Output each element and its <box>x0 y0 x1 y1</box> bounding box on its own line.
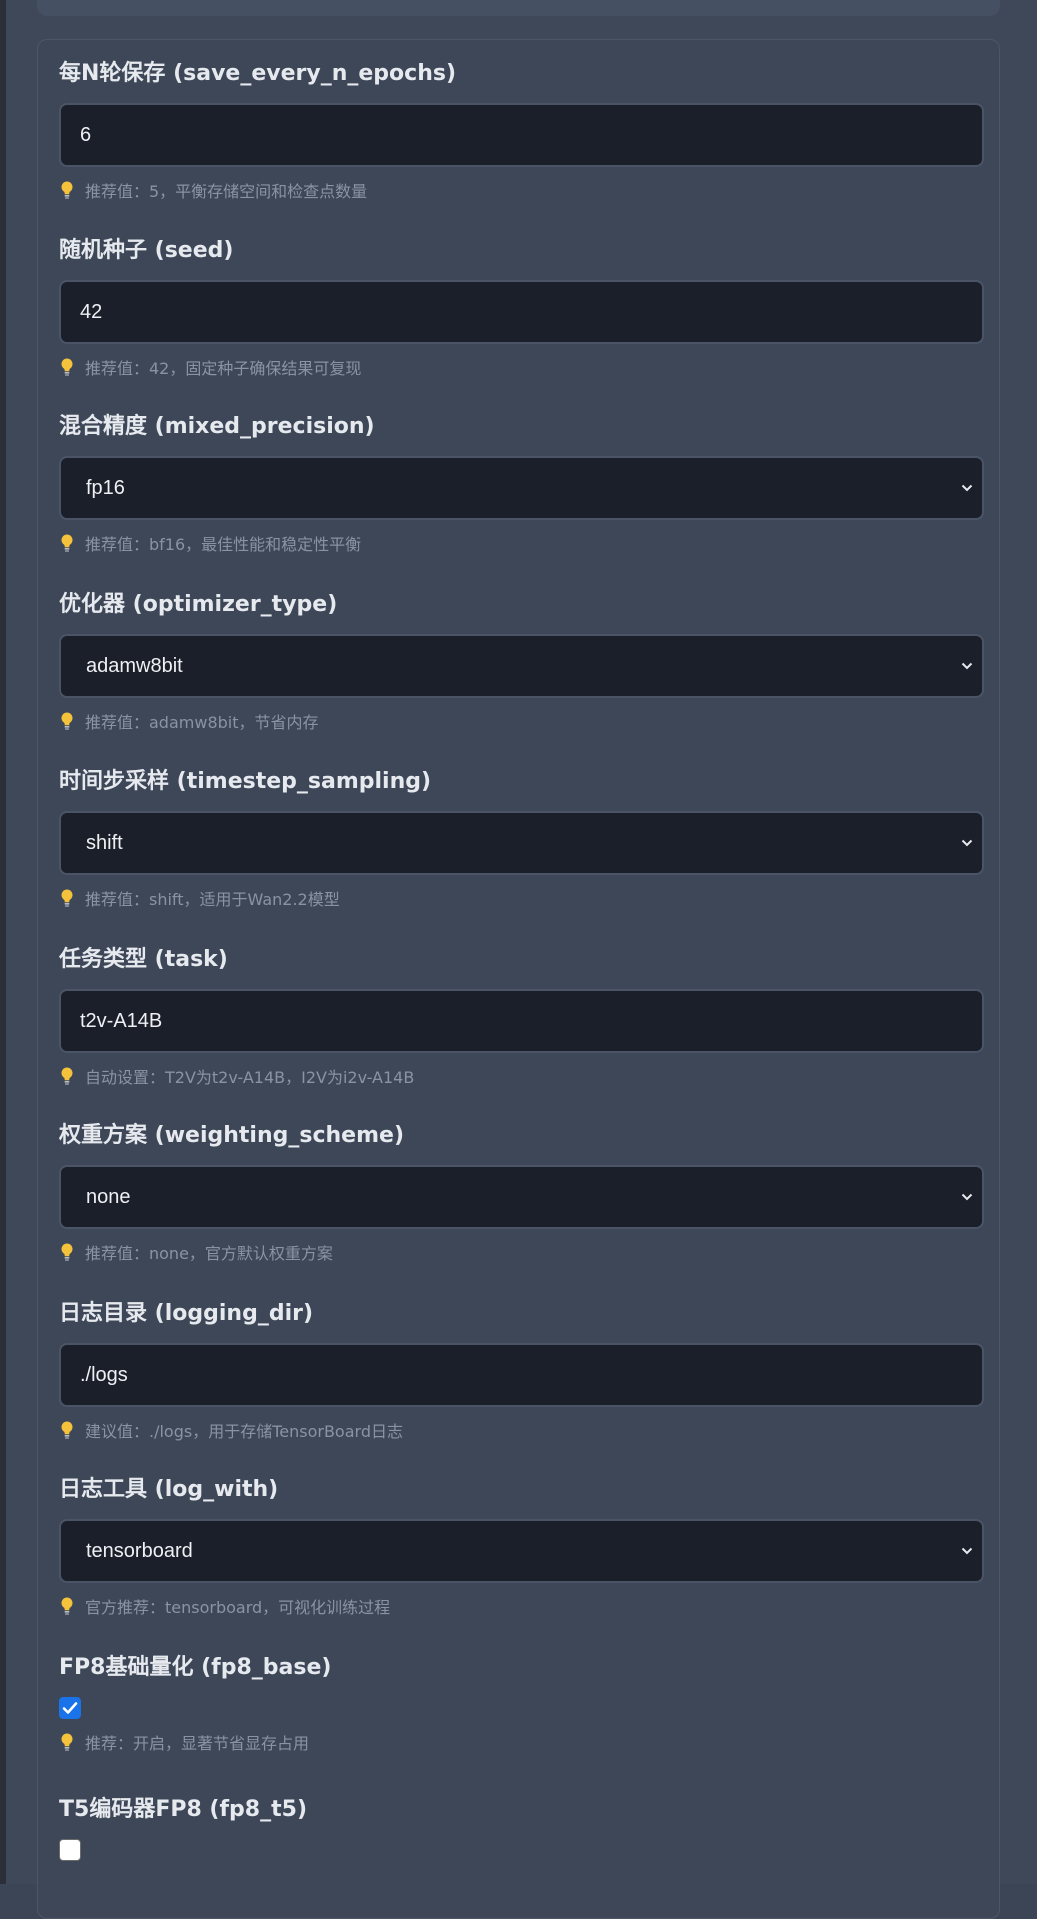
lightbulb-icon <box>59 357 75 377</box>
field-label: FP8基础量化 (fp8_base) <box>59 1655 332 1680</box>
field-hint: 推荐值：none，官方默认权重方案 <box>59 1241 984 1263</box>
field-hint: 推荐值：adamw8bit，节省内存 <box>59 710 984 732</box>
field-fp8-base: FP8基础量化 (fp8_base) 推荐：开启，显著节省显存占用 <box>59 1653 984 1753</box>
logging-dir-input[interactable]: ./logs <box>59 1343 984 1407</box>
field-hint: 推荐值：5，平衡存储空间和检查点数量 <box>59 179 984 201</box>
hint-text: 推荐值：adamw8bit，节省内存 <box>85 713 319 732</box>
previous-section-card <box>37 0 1000 16</box>
lightbulb-icon <box>59 1732 75 1752</box>
lightbulb-icon <box>59 533 75 553</box>
chevron-down-icon <box>958 813 976 873</box>
field-label: 混合精度 (mixed_precision) <box>59 414 375 439</box>
field-optimizer-type: 优化器 (optimizer_type) adamw8bit 推荐值：adamw… <box>59 590 984 732</box>
field-weighting-scheme: 权重方案 (weighting_scheme) none 推荐值：none，官方… <box>59 1121 984 1263</box>
weighting-scheme-select[interactable]: none <box>59 1165 984 1229</box>
chevron-down-icon <box>958 1167 976 1227</box>
hint-text: 推荐值：5，平衡存储空间和检查点数量 <box>85 182 368 201</box>
lightbulb-icon <box>59 888 75 908</box>
hint-text: 自动设置：T2V为t2v-A14B，I2V为i2v-A14B <box>85 1068 415 1087</box>
field-hint: 推荐：开启，显著节省显存占用 <box>59 1731 984 1753</box>
field-label: 日志目录 (logging_dir) <box>59 1301 314 1326</box>
timestep-sampling-select[interactable]: shift <box>59 811 984 875</box>
checkmark-icon <box>62 1702 78 1714</box>
hint-text: 推荐值：none，官方默认权重方案 <box>85 1244 333 1263</box>
task-input[interactable]: t2v-A14B <box>59 989 984 1053</box>
chevron-down-icon <box>958 636 976 696</box>
fp8-t5-checkbox[interactable] <box>59 1839 81 1861</box>
field-log-with: 日志工具 (log_with) tensorboard 官方推荐：tensorb… <box>59 1475 984 1617</box>
chevron-down-icon <box>958 1521 976 1581</box>
mixed-precision-select[interactable]: fp16 <box>59 456 984 520</box>
field-hint: 推荐值：bf16，最佳性能和稳定性平衡 <box>59 532 984 554</box>
field-label: T5编码器FP8 (fp8_t5) <box>59 1797 307 1822</box>
save-every-n-epochs-input[interactable]: 6 <box>59 103 984 167</box>
field-fp8-t5: T5编码器FP8 (fp8_t5) <box>59 1795 984 1861</box>
lightbulb-icon <box>59 1242 75 1262</box>
field-label: 时间步采样 (timestep_sampling) <box>59 769 432 794</box>
selected-value: none <box>86 1186 131 1208</box>
selected-value: adamw8bit <box>86 655 183 677</box>
hint-text: 推荐值：bf16，最佳性能和稳定性平衡 <box>85 535 362 554</box>
optimizer-type-select[interactable]: adamw8bit <box>59 634 984 698</box>
hint-text: 建议值：./logs，用于存储TensorBoard日志 <box>85 1422 403 1441</box>
chevron-down-icon <box>958 458 976 518</box>
lightbulb-icon <box>59 1420 75 1440</box>
field-label: 日志工具 (log_with) <box>59 1477 279 1502</box>
seed-input[interactable]: 42 <box>59 280 984 344</box>
field-save-every-n-epochs: 每N轮保存 (save_every_n_epochs) 6 推荐值：5，平衡存储… <box>59 59 984 201</box>
lightbulb-icon <box>59 1066 75 1086</box>
fp8-base-checkbox[interactable] <box>59 1697 81 1719</box>
field-hint: 自动设置：T2V为t2v-A14B，I2V为i2v-A14B <box>59 1065 984 1087</box>
field-label: 优化器 (optimizer_type) <box>59 592 338 617</box>
field-task: 任务类型 (task) t2v-A14B 自动设置：T2V为t2v-A14B，I… <box>59 945 984 1087</box>
field-seed: 随机种子 (seed) 42 推荐值：42，固定种子确保结果可复现 <box>59 236 984 378</box>
field-hint: 建议值：./logs，用于存储TensorBoard日志 <box>59 1419 984 1441</box>
field-hint: 推荐值：shift，适用于Wan2.2模型 <box>59 887 984 909</box>
log-with-select[interactable]: tensorboard <box>59 1519 984 1583</box>
field-label: 权重方案 (weighting_scheme) <box>59 1123 404 1148</box>
selected-value: shift <box>86 832 123 854</box>
field-mixed-precision: 混合精度 (mixed_precision) fp16 推荐值：bf16，最佳性… <box>59 412 984 554</box>
field-logging-dir: 日志目录 (logging_dir) ./logs 建议值：./logs，用于存… <box>59 1299 984 1441</box>
field-label: 每N轮保存 (save_every_n_epochs) <box>59 61 456 86</box>
hint-text: 推荐值：42，固定种子确保结果可复现 <box>85 359 362 378</box>
hint-text: 推荐值：shift，适用于Wan2.2模型 <box>85 890 340 909</box>
selected-value: tensorboard <box>86 1540 193 1562</box>
field-hint: 官方推荐：tensorboard，可视化训练过程 <box>59 1595 984 1617</box>
field-label: 随机种子 (seed) <box>59 238 234 263</box>
selected-value: fp16 <box>86 477 125 499</box>
hint-text: 推荐：开启，显著节省显存占用 <box>85 1734 310 1753</box>
field-hint: 推荐值：42，固定种子确保结果可复现 <box>59 356 984 378</box>
lightbulb-icon <box>59 711 75 731</box>
lightbulb-icon <box>59 180 75 200</box>
lightbulb-icon <box>59 1596 75 1616</box>
hint-text: 官方推荐：tensorboard，可视化训练过程 <box>85 1598 391 1617</box>
field-label: 任务类型 (task) <box>59 947 228 972</box>
field-timestep-sampling: 时间步采样 (timestep_sampling) shift 推荐值：shif… <box>59 767 984 909</box>
